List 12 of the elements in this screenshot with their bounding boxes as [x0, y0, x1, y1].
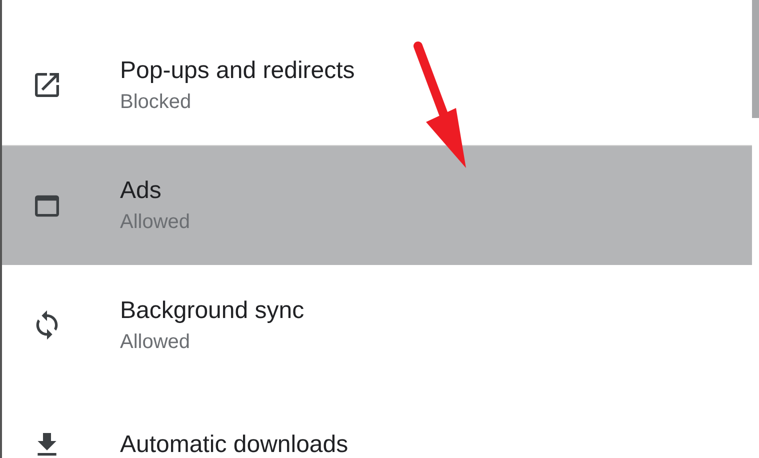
settings-item[interactable]: Automatic downloads	[2, 385, 752, 458]
setting-status: Allowed	[120, 330, 192, 354]
settings-item[interactable]: Background sync Allowed	[2, 265, 752, 385]
setting-title: Background sync	[120, 296, 304, 324]
settings-item[interactable]: Ads Allowed	[2, 145, 752, 265]
setting-title: Pop-ups and redirects	[120, 56, 355, 84]
setting-status: Blocked	[120, 90, 192, 114]
settings-item[interactable]: Pop-ups and redirects Blocked	[2, 25, 752, 145]
setting-title: Automatic downloads	[120, 431, 348, 458]
setting-status: Allowed	[120, 211, 190, 234]
setting-title: Ads	[120, 177, 162, 205]
scrollbar[interactable]	[752, 0, 759, 118]
